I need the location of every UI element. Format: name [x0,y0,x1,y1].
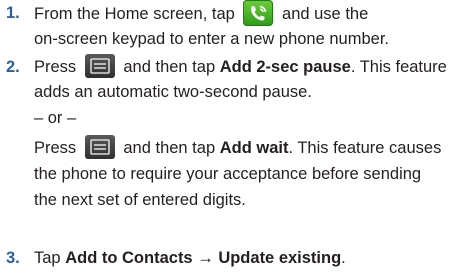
menu-key-icon [84,53,115,78]
bold-option-label: Add to Contacts [65,249,193,267]
step-number: 1. [6,4,20,22]
menu-key-icon [84,134,115,159]
bold-option-label: Add wait [219,139,289,157]
step-text: the next set of entered digits. [34,191,246,209]
step-text: on-screen keypad to enter a new phone nu… [34,30,389,48]
step-text: and use the [282,5,369,23]
step-text: Press [34,139,77,157]
step-text: Press [34,58,77,76]
step-text: . This feature [350,58,447,76]
arrow-glyph: → [197,249,214,267]
step-number: 3. [6,249,20,267]
step-text: Tap [34,249,61,267]
phone-app-icon [243,0,274,26]
instruction-document: 1. From the Home screen, tap and use the… [0,0,472,277]
step-text: . This feature causes [288,139,442,157]
step-text: . [341,249,346,267]
step-text: the phone to require your acceptance bef… [34,165,422,183]
bold-option-label: Update existing [218,249,342,267]
or-separator: – or – [34,109,77,127]
step-text: From the Home screen, tap [34,5,235,23]
step-text: adds an automatic two-second pause. [34,83,312,101]
step-text: and then tap [123,139,216,157]
bold-option-label: Add 2-sec pause [219,58,351,76]
step-number: 2. [6,58,20,76]
step-text: and then tap [123,58,216,76]
